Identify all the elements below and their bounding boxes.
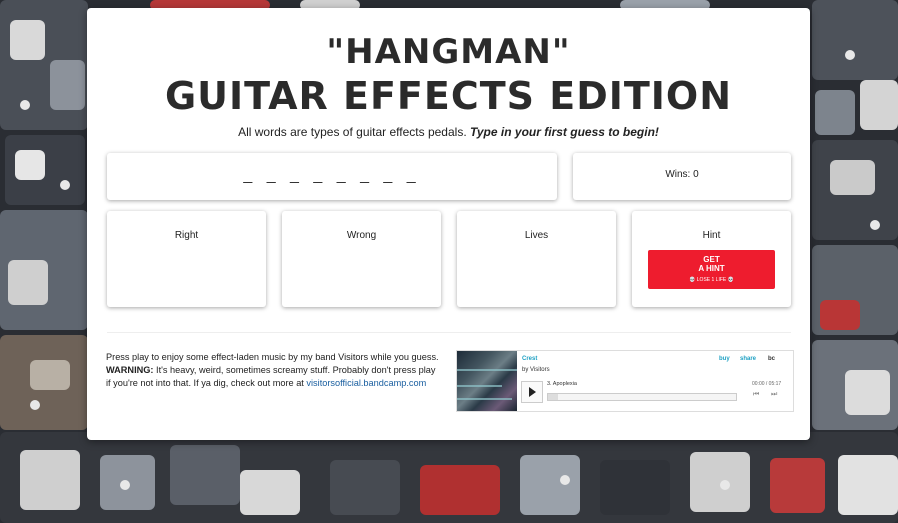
right-guesses-panel: Right (107, 211, 266, 307)
instructions: All words are types of guitar effects pe… (87, 125, 810, 139)
game-card: "HANGMAN" GUITAR EFFECTS EDITION All wor… (87, 8, 810, 440)
lives-label: Lives (524, 230, 549, 241)
hint-button-cost: 💀 LOSE 1 LIFE 💀 (689, 277, 734, 283)
buy-link[interactable]: buy (719, 356, 730, 362)
album-artist: by Visitors (522, 367, 550, 373)
instructions-plain: All words are types of guitar effects pe… (238, 125, 467, 139)
wrong-label: Wrong (346, 230, 377, 241)
music-note-text1: Press play to enjoy some effect-laden mu… (106, 352, 439, 362)
divider (107, 332, 791, 333)
word-blanks: _ _ _ _ _ _ _ _ (243, 167, 421, 184)
progress-bar[interactable] (547, 393, 737, 401)
music-note: Press play to enjoy some effect-laden mu… (106, 351, 441, 390)
bandcamp-player: Crest by Visitors buy share bc 3. Apople… (456, 350, 794, 412)
word-display-box: _ _ _ _ _ _ _ _ (107, 153, 557, 200)
bandcamp-link[interactable]: visitorsofficial.bandcamp.com (306, 378, 426, 388)
right-label: Right (174, 230, 199, 241)
warning-label: WARNING: (106, 365, 154, 375)
wrong-guesses-panel: Wrong (282, 211, 441, 307)
hint-label: Hint (702, 230, 721, 241)
share-link[interactable]: share (740, 356, 756, 362)
bandcamp-logo-icon[interactable]: bc (768, 356, 775, 362)
wins-box: Wins: 0 (573, 153, 791, 200)
instructions-emphasis: Type in your first guess to begin! (470, 125, 659, 139)
hint-panel: Hint GET A HINT 💀 LOSE 1 LIFE 💀 (632, 211, 791, 307)
title-hangman: "HANGMAN" (326, 32, 571, 72)
prev-icon[interactable]: ⏮ (753, 391, 759, 399)
track-title: 3. Apoplexia (547, 381, 577, 387)
album-cover[interactable] (457, 351, 517, 411)
hint-button-line2: A HINT (698, 264, 725, 273)
hint-button-line1: GET (703, 255, 720, 264)
album-title[interactable]: Crest (522, 356, 537, 362)
track-time: 00:00 / 05:17 (752, 381, 782, 387)
wins-counter: Wins: 0 (665, 169, 699, 180)
lives-panel: Lives (457, 211, 616, 307)
get-hint-button[interactable]: GET A HINT 💀 LOSE 1 LIFE 💀 (648, 250, 775, 289)
progress-thumb[interactable] (548, 394, 558, 400)
next-icon[interactable]: ⏭ (771, 391, 777, 399)
play-icon[interactable] (521, 381, 543, 403)
title-edition: GUITAR EFFECTS EDITION (164, 74, 733, 118)
